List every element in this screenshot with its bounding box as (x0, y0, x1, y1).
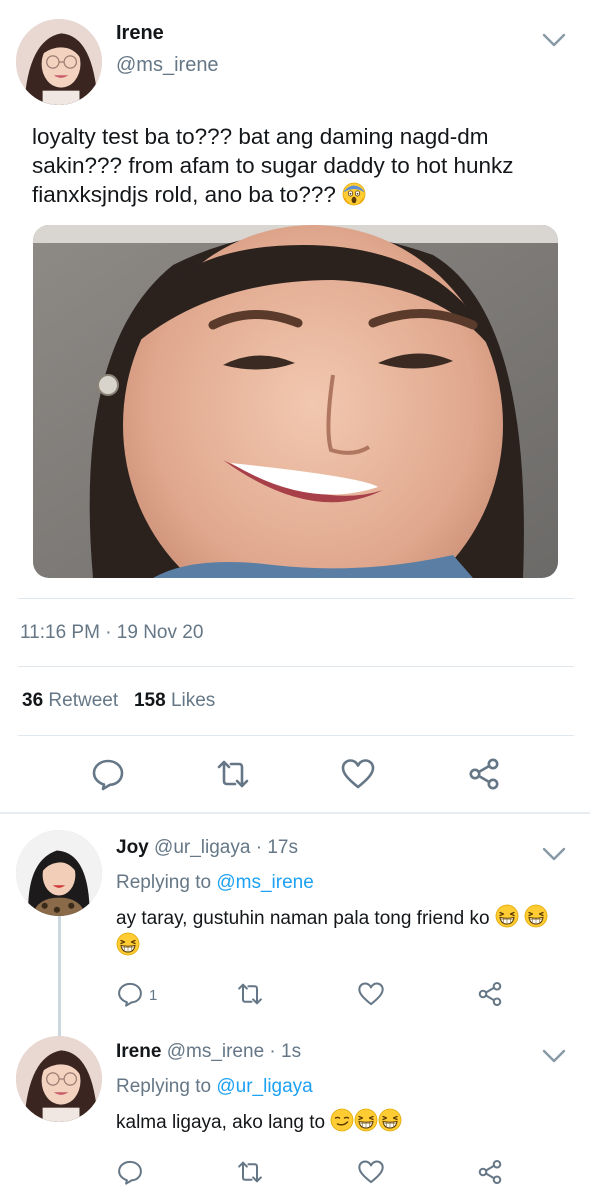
reply-button[interactable] (90, 756, 126, 792)
reply-avatar[interactable] (16, 1036, 102, 1122)
divider (18, 666, 574, 667)
share-button[interactable] (466, 756, 502, 792)
like-button[interactable] (340, 756, 376, 792)
reply-author-handle[interactable]: @ur_ligaya (154, 837, 250, 858)
author-handle[interactable]: @ms_irene (116, 54, 219, 77)
thread-line (58, 916, 61, 1036)
author-avatar[interactable] (16, 19, 102, 105)
grinning-squinting-face-icon (354, 1108, 378, 1132)
smirking-face-icon (330, 1108, 354, 1132)
reply-text-content: ay taray, gustuhin naman pala tong frien… (116, 908, 490, 929)
replying-to: Replying to @ms_irene (116, 872, 314, 894)
reply-button[interactable] (116, 1158, 144, 1186)
replying-to-link[interactable]: @ur_ligaya (216, 1076, 312, 1097)
grinning-squinting-face-icon (378, 1108, 402, 1132)
retweet-label[interactable]: Retweet (48, 690, 118, 711)
reply-author-handle[interactable]: @ms_irene (167, 1041, 264, 1062)
reply-author[interactable]: Joy @ur_ligaya · 17s (116, 837, 298, 859)
reply-count: 1 (149, 987, 158, 1004)
chevron-down-icon[interactable] (541, 30, 567, 50)
reply-button[interactable] (116, 980, 144, 1008)
reply-age: · 17s (255, 837, 298, 858)
author-name[interactable]: Irene (116, 22, 164, 45)
like-button[interactable] (357, 980, 385, 1008)
retweet-count[interactable]: 36 (22, 690, 43, 711)
reply-age: · 1s (269, 1041, 302, 1062)
like-button[interactable] (357, 1158, 385, 1186)
reply-text-content: kalma ligaya, ako lang to (116, 1112, 326, 1133)
chevron-down-icon[interactable] (541, 1046, 567, 1066)
tweet-stats: 36 Retweet 158 Likes (22, 690, 215, 712)
grinning-squinting-face-icon (524, 904, 548, 928)
divider (18, 598, 574, 599)
chevron-down-icon[interactable] (541, 844, 567, 864)
tweet-timestamp[interactable]: 11:16 PM · 19 Nov 20 (20, 622, 203, 644)
retweet-button[interactable] (236, 980, 264, 1008)
retweet-button[interactable] (236, 1158, 264, 1186)
reply-author[interactable]: Irene @ms_irene · 1s (116, 1041, 301, 1063)
reply-text: kalma ligaya, ako lang to (116, 1108, 556, 1136)
share-button[interactable] (476, 1158, 504, 1186)
share-button[interactable] (476, 980, 504, 1008)
grinning-squinting-face-icon (495, 904, 519, 928)
reply-text: ay taray, gustuhin naman pala tong frien… (116, 904, 556, 960)
divider (18, 735, 574, 736)
replying-to-label: Replying to (116, 1076, 212, 1097)
grinning-squinting-face-icon (116, 932, 140, 956)
replying-to: Replying to @ur_ligaya (116, 1076, 313, 1098)
tweet-photo[interactable] (33, 225, 558, 578)
reply-author-name[interactable]: Irene (116, 1041, 161, 1062)
section-divider (0, 812, 590, 814)
reply-avatar[interactable] (16, 830, 102, 916)
tweet-text-content: loyalty test ba to??? bat ang daming nag… (32, 124, 514, 207)
replying-to-link[interactable]: @ms_irene (216, 872, 313, 893)
face-screaming-in-fear-icon (342, 182, 366, 206)
likes-count[interactable]: 158 (134, 690, 166, 711)
reply-author-name[interactable]: Joy (116, 837, 149, 858)
retweet-button[interactable] (215, 756, 251, 792)
likes-label[interactable]: Likes (171, 690, 215, 711)
tweet-text: loyalty test ba to??? bat ang daming nag… (32, 122, 562, 209)
replying-to-label: Replying to (116, 872, 212, 893)
